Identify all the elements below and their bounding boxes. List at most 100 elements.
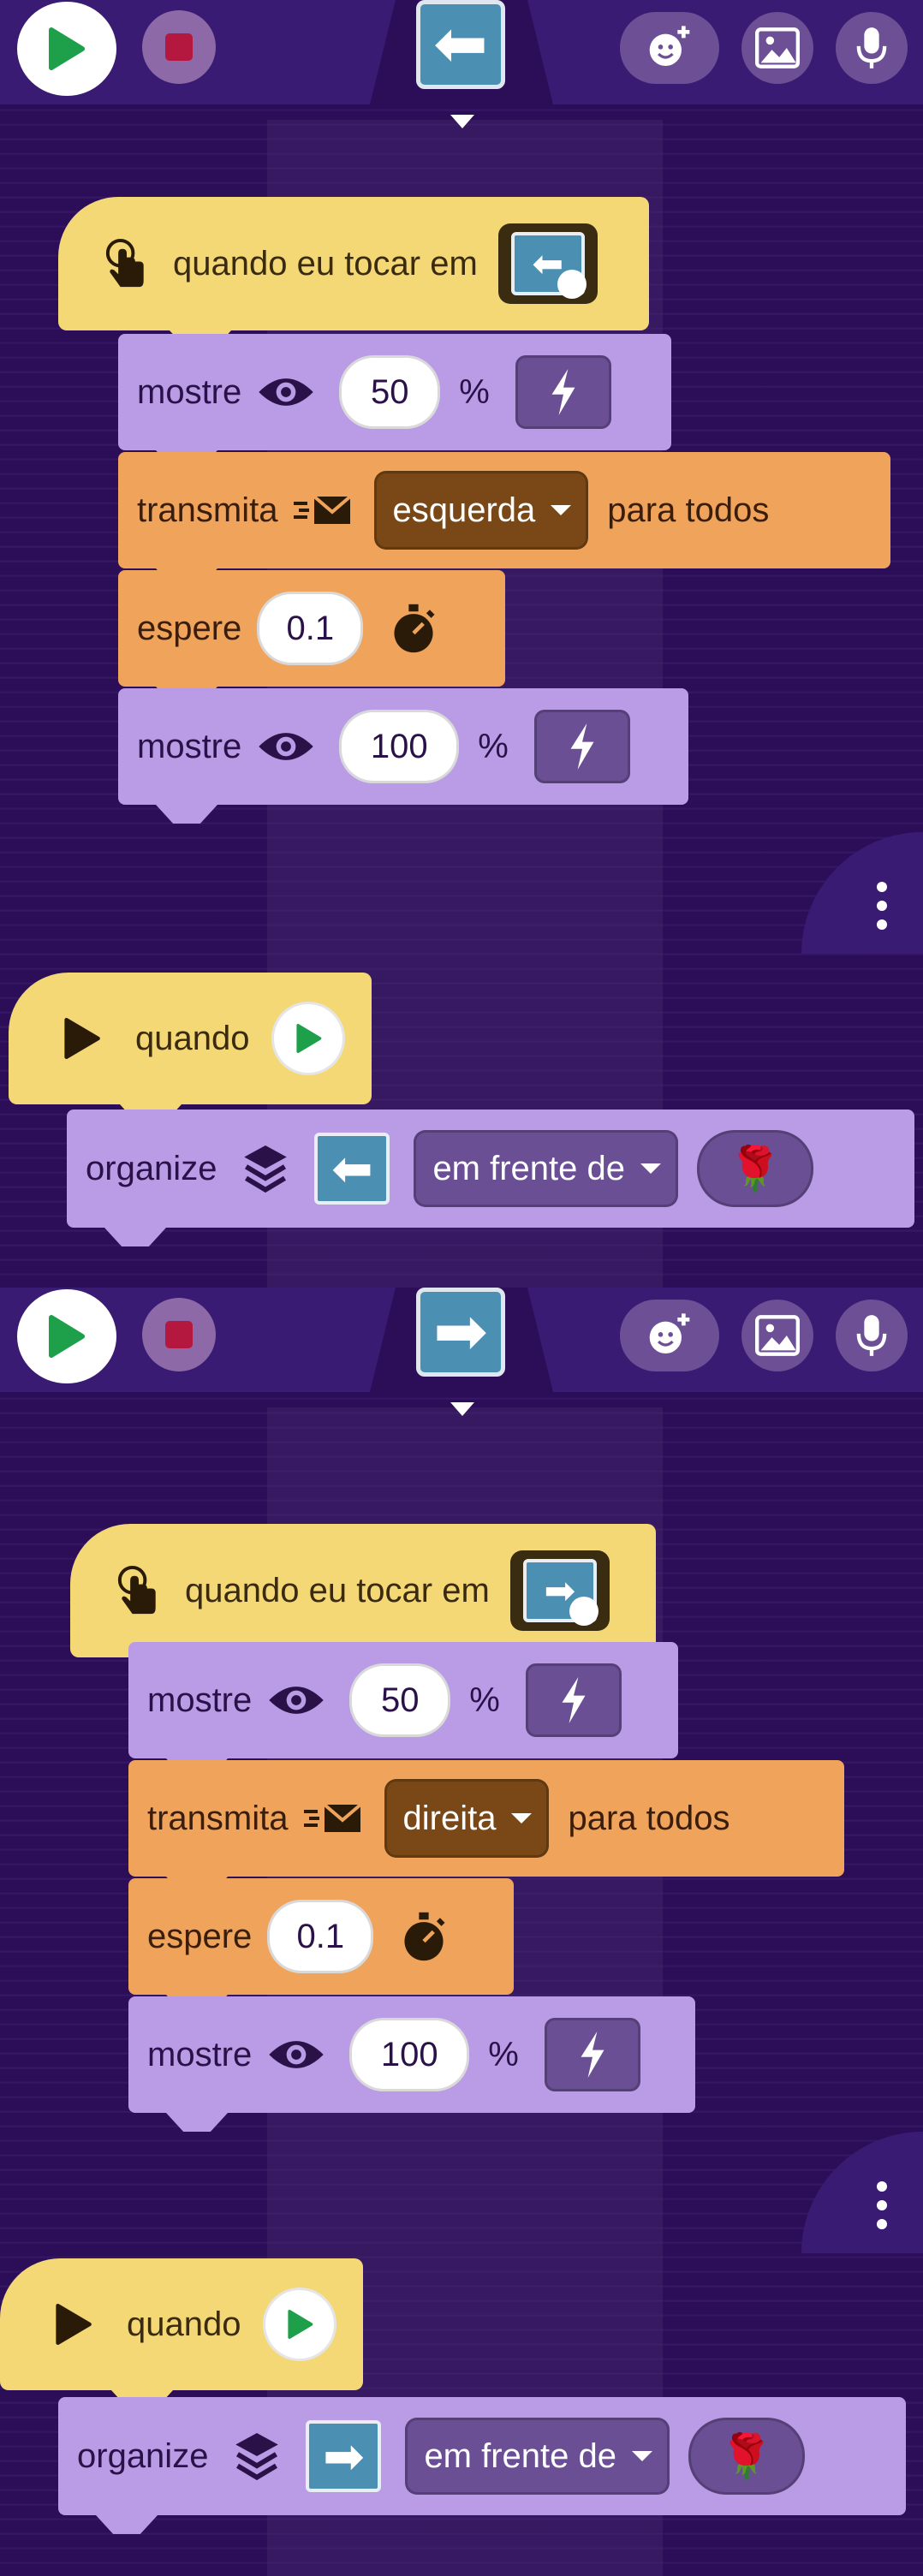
green-flag-trigger[interactable] <box>263 2287 337 2361</box>
tap-target-thumbnail[interactable]: ➡ <box>509 1550 610 1631</box>
show-block[interactable]: mostre 100 % <box>118 688 688 824</box>
instant-toggle[interactable] <box>533 710 630 783</box>
background-button[interactable] <box>741 1300 813 1371</box>
when-started-hat-block[interactable]: quando <box>9 973 372 1123</box>
show-label: mostre <box>137 372 242 411</box>
wait-seconds-text: 0.1 <box>286 609 335 647</box>
add-character-icon <box>649 1313 690 1353</box>
show-label: mostre <box>137 727 242 765</box>
broadcast-label: transmita <box>147 1799 289 1837</box>
instant-toggle[interactable] <box>544 2018 640 2091</box>
broadcast-label: transmita <box>137 491 278 529</box>
hat-label: quando <box>135 1019 250 1057</box>
hand-icon <box>569 1597 598 1626</box>
broadcast-block[interactable]: transmita direita para todos <box>128 1760 844 1895</box>
layer-position-dropdown[interactable]: em frente de <box>405 2418 670 2495</box>
layer-position-value: em frente de <box>424 2436 617 2475</box>
hat-label: quando eu tocar em <box>173 244 478 283</box>
add-character-icon <box>649 26 690 66</box>
green-flag-icon <box>49 27 85 70</box>
chevron-down-icon[interactable] <box>450 115 474 128</box>
lightning-icon <box>562 1677 586 1723</box>
wait-label: espere <box>147 1917 253 1955</box>
percent-label: % <box>469 1681 500 1719</box>
hand-icon <box>557 270 587 299</box>
add-character-button[interactable] <box>620 1300 719 1371</box>
wait-block[interactable]: espere 0.1 <box>118 570 505 705</box>
lightning-icon <box>551 369 575 415</box>
right-arrow-icon: ➡ <box>323 2429 365 2484</box>
percent-label: % <box>459 372 490 411</box>
green-flag-trigger[interactable] <box>271 1002 346 1075</box>
show-label: mostre <box>147 1681 253 1719</box>
arrange-block[interactable]: organize ➡ em frente de 🌹 <box>58 2397 906 2534</box>
ghost-value-input[interactable]: 50 <box>349 1663 451 1737</box>
when-started-hat-block[interactable]: quando <box>0 2258 363 2409</box>
stop-icon <box>165 33 193 61</box>
editor-panel-left: ⬅ quando eu tocar em ⬅ mostre 50 % trans… <box>0 0 923 1288</box>
toolbar: ⬅ <box>0 0 923 104</box>
layers-icon <box>244 1145 288 1193</box>
record-sound-button[interactable] <box>836 12 908 84</box>
layer-position-dropdown[interactable]: em frente de <box>414 1130 679 1207</box>
arrange-block[interactable]: organize ⬅ em frente de 🌹 <box>67 1110 914 1246</box>
ghost-value-input[interactable]: 50 <box>339 355 441 429</box>
wait-block[interactable]: espere 0.1 <box>128 1878 514 2014</box>
editor-panel-right: ➡ quando eu tocar em ➡ mostre 50 % trans… <box>0 1288 923 2576</box>
more-vertical-icon[interactable] <box>877 882 887 930</box>
chevron-down-icon <box>632 2451 653 2461</box>
green-flag-button[interactable] <box>17 1289 116 1383</box>
left-arrow-icon: ⬅ <box>331 1141 373 1197</box>
when-tapped-hat-block[interactable]: quando eu tocar em ➡ <box>70 1524 656 1676</box>
broadcast-suffix: para todos <box>568 1799 730 1837</box>
wait-seconds-input[interactable]: 0.1 <box>257 592 364 665</box>
ghost-value-text: 50 <box>381 1681 420 1719</box>
target-character-picker[interactable]: 🌹 <box>688 2418 806 2495</box>
ghost-value-input[interactable]: 100 <box>349 2018 470 2091</box>
stop-button[interactable] <box>142 1298 216 1371</box>
green-flag-button[interactable] <box>17 2 116 96</box>
more-vertical-icon[interactable] <box>877 2181 887 2229</box>
broadcast-message-value: esquerda <box>392 491 536 529</box>
chevron-down-icon <box>551 505 572 515</box>
arrange-label: organize <box>77 2436 209 2475</box>
ghost-value-text: 100 <box>380 2035 438 2073</box>
hat-label: quando eu tocar em <box>185 1571 490 1609</box>
background-button[interactable] <box>741 12 813 84</box>
character-thumbnail[interactable]: ⬅ <box>416 0 505 89</box>
rose-icon: 🌹 <box>719 2431 774 2480</box>
green-flag-icon <box>296 1024 322 1053</box>
stop-button[interactable] <box>142 10 216 84</box>
character-tile[interactable]: ⬅ <box>314 1133 390 1205</box>
play-icon <box>56 2304 92 2345</box>
lightning-icon <box>570 723 594 770</box>
broadcast-message-dropdown[interactable]: direita <box>384 1779 550 1858</box>
add-character-button[interactable] <box>620 12 719 84</box>
wait-label: espere <box>137 609 242 647</box>
broadcast-suffix: para todos <box>607 491 770 529</box>
toolbar: ➡ <box>0 1288 923 1392</box>
broadcast-block[interactable]: transmita esquerda para todos <box>118 452 890 587</box>
hat-label: quando <box>127 2305 241 2343</box>
instant-toggle[interactable] <box>515 355 611 429</box>
ghost-value-input[interactable]: 100 <box>339 710 460 783</box>
tap-target-thumbnail[interactable]: ⬅ <box>497 223 598 304</box>
microphone-icon <box>856 1315 887 1356</box>
chevron-down-icon[interactable] <box>450 1402 474 1416</box>
target-character-picker[interactable]: 🌹 <box>697 1130 814 1207</box>
tap-hand-icon <box>117 1565 156 1615</box>
instant-toggle[interactable] <box>525 1663 622 1737</box>
character-thumbnail[interactable]: ➡ <box>416 1288 505 1377</box>
show-block[interactable]: mostre 50 % <box>118 334 671 469</box>
show-label: mostre <box>147 2035 253 2073</box>
show-block[interactable]: mostre 100 % <box>128 1996 695 2132</box>
character-tile[interactable]: ➡ <box>306 2420 382 2492</box>
when-tapped-hat-block[interactable]: quando eu tocar em ⬅ <box>58 197 649 349</box>
layers-icon <box>235 2433 279 2481</box>
chevron-down-icon <box>640 1163 662 1174</box>
broadcast-message-dropdown[interactable]: esquerda <box>373 471 589 550</box>
eye-icon <box>269 1687 324 1714</box>
record-sound-button[interactable] <box>836 1300 908 1371</box>
show-block[interactable]: mostre 50 % <box>128 1642 678 1777</box>
wait-seconds-input[interactable]: 0.1 <box>267 1900 374 1973</box>
